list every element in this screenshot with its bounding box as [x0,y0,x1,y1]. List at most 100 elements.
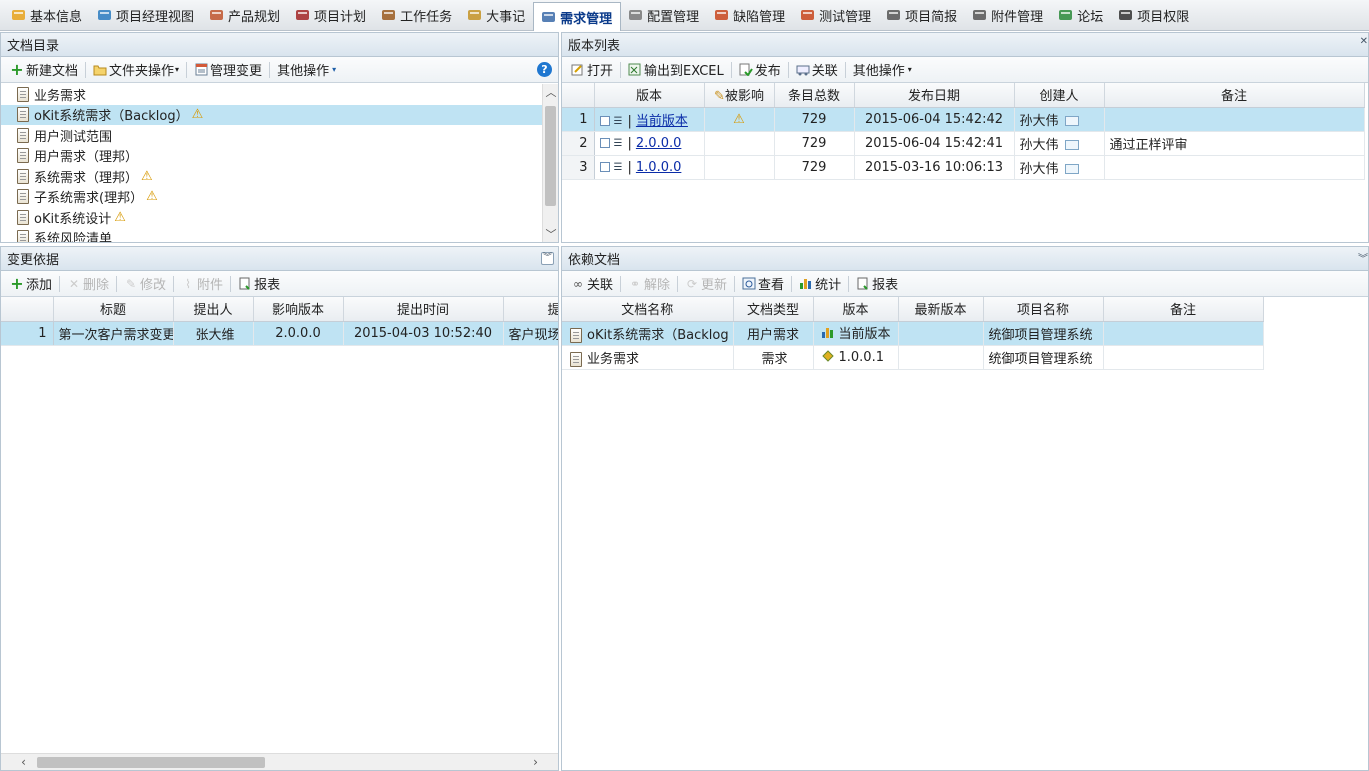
version-doc-icon[interactable] [599,116,610,126]
table-row[interactable]: 业务需求 需求 1.0.0.1 统御项目管理系统 [562,345,1264,370]
new-doc-button[interactable]: + 新建文档 [5,59,83,81]
tab-magnifier[interactable]: 需求管理 [533,2,622,31]
add-button[interactable]: + 添加 [5,273,57,295]
proposer-cell: 张大维 [173,321,254,346]
col-header-version[interactable]: 版本 [813,297,899,322]
col-header-proposer[interactable]: 提出人 [173,297,254,322]
view-button[interactable]: 查看 [737,273,789,295]
version-other-ops-menu[interactable]: 其他操作 ▾ [848,59,917,81]
change-hscrollbar[interactable]: ‹ › [1,753,558,770]
list-icon[interactable]: ☰ [614,138,625,149]
list-icon[interactable]: ☰ [614,162,625,173]
collapse-icon[interactable]: ︾ [1358,250,1368,265]
col-header-project-name[interactable]: 项目名称 [983,297,1104,322]
delete-button[interactable]: ✕ 删除 [62,273,114,295]
mail-icon[interactable] [1064,140,1079,150]
col-header-latest-version[interactable]: 最新版本 [898,297,984,322]
tab-gear-bug[interactable]: 测试管理 [793,2,879,28]
tree-node[interactable]: oKit系统设计 ⚠ [1,207,542,228]
other-ops-menu[interactable]: 其他操作 ▾ [272,59,341,81]
tab-paperclip[interactable]: 附件管理 [965,2,1051,28]
table-row[interactable]: 1 第一次客户需求变更 张大维 2.0.0.0 2015-04-03 10:52:40 客… [1,321,558,346]
table-row[interactable]: 2 ☰ | 2.0.0.0 729 2015-06-04 15:42:41 孙大伟 通过正样评… [562,131,1365,156]
col-header-version[interactable]: 版本 [594,83,705,108]
col-header-count[interactable]: 条目总数 [774,83,855,108]
col-header-title[interactable]: 标题 [53,297,174,322]
mail-icon[interactable] [1064,164,1079,174]
col-header-note[interactable]: 备注 [1104,83,1365,108]
folder-ops-menu[interactable]: 文件夹操作 ▾ [88,59,184,81]
attachment-button[interactable]: ⌇ 附件 [176,273,228,295]
col-header-extra[interactable]: 提 [503,297,558,322]
tree-node[interactable]: 业务需求 [1,84,542,105]
scrollbar-thumb[interactable] [37,757,265,768]
edit-button[interactable]: ✎ 修改 [119,273,171,295]
list-icon[interactable]: ☰ [614,116,625,127]
open-button[interactable]: 打开 [566,59,618,81]
unlink-button[interactable]: ⚭ 解除 [623,273,675,295]
tab-calendar[interactable]: 项目计划 [288,2,374,28]
tab-book[interactable]: 大事记 [460,2,533,28]
scrollbar-thumb[interactable] [545,106,556,206]
version-link[interactable]: 当前版本 [636,114,688,129]
col-header-time[interactable]: 提出时间 [343,297,504,322]
dep-link-button[interactable]: ∞ 关联 [566,273,618,295]
calendar-icon [294,7,310,23]
report-button[interactable]: 报表 [233,273,285,295]
scroll-down-icon[interactable]: ﹀ [543,226,558,242]
toolbar-divider [677,275,679,292]
table-row[interactable]: 1 ☰ | 当前版本 ⚠ 729 2015-06-04 15:42:42 孙大伟 [562,107,1365,132]
export-excel-button[interactable]: 输出到EXCEL [623,59,729,81]
date-cell: 2015-06-04 15:42:41 [854,131,1015,156]
tree-scrollbar[interactable]: ︿ ﹀ [542,84,558,242]
close-icon[interactable]: ✕ [1360,36,1368,47]
dep-report-button[interactable]: 报表 [851,273,903,295]
version-doc-icon[interactable] [599,162,610,172]
col-header-impact-version[interactable]: 影响版本 [253,297,344,322]
tab-pie-chart[interactable]: 项目经理视图 [90,2,202,28]
link-button[interactable]: 关联 [791,59,843,81]
col-header-doc-type[interactable]: 文档类型 [733,297,814,322]
warning-icon: ⚠ [146,189,158,205]
tab-document-list[interactable]: 配置管理 [621,2,707,28]
version-link[interactable]: 2.0.0.0 [636,136,681,151]
tab-user[interactable]: 项目权限 [1111,2,1197,28]
tab-hierarchy[interactable]: 产品规划 [202,2,288,28]
tree-node[interactable]: 用户测试范围 [1,125,542,146]
version-doc-icon[interactable] [599,138,610,148]
tree-node[interactable]: 子系统需求(理邦） ⚠ [1,187,542,208]
col-header-note[interactable]: 备注 [1103,297,1264,322]
toolbar-divider [116,275,118,292]
tree-node[interactable]: 用户需求（理邦） [1,146,542,167]
tab-info-card[interactable]: 基本信息 [4,2,90,28]
tab-report[interactable]: 项目简报 [879,2,965,28]
tab-bug[interactable]: 缺陷管理 [707,2,793,28]
col-header-affected[interactable]: ✎被影响 [704,83,775,108]
table-row[interactable]: 3 ☰ | 1.0.0.0 729 2015-03-16 10:06:13 孙大伟 [562,155,1365,180]
tab-briefcase[interactable]: 工作任务 [374,2,460,28]
document-icon [17,168,29,184]
update-button[interactable]: ⟳ 更新 [680,273,732,295]
tab-label: 需求管理 [560,11,613,27]
tab-label: 附件管理 [991,9,1044,25]
tab-chat[interactable]: 论坛 [1051,2,1111,28]
publish-button[interactable]: 发布 [734,59,786,81]
stats-button[interactable]: 统计 [794,273,846,295]
col-header-date[interactable]: 发布日期 [854,83,1015,108]
mail-icon[interactable] [1064,116,1079,126]
version-link[interactable]: 1.0.0.0 [636,160,681,175]
scroll-left-icon[interactable]: ‹ [15,754,32,770]
chain-link-icon: ∞ [573,276,583,291]
tree-node[interactable]: 系统需求（理邦） ⚠ [1,166,542,187]
help-icon[interactable]: ? [537,62,552,77]
col-header-creator[interactable]: 创建人 [1014,83,1105,108]
scroll-right-icon[interactable]: › [527,754,544,770]
tree-node[interactable]: 系统风险清单 [1,228,542,242]
collapse-icon[interactable]: ︾ [541,252,554,265]
col-header-doc-name[interactable]: 文档名称 [562,297,734,322]
paperclip-icon [971,7,987,23]
tree-node[interactable]: oKit系统需求（Backlog） ⚠ [1,104,542,125]
manage-change-button[interactable]: 管理变更 [189,59,267,81]
scroll-up-icon[interactable]: ︿ [543,84,558,100]
table-row[interactable]: oKit系统需求（Backlog 用户需求 当前版本 统御项目管理系统 [562,321,1264,346]
